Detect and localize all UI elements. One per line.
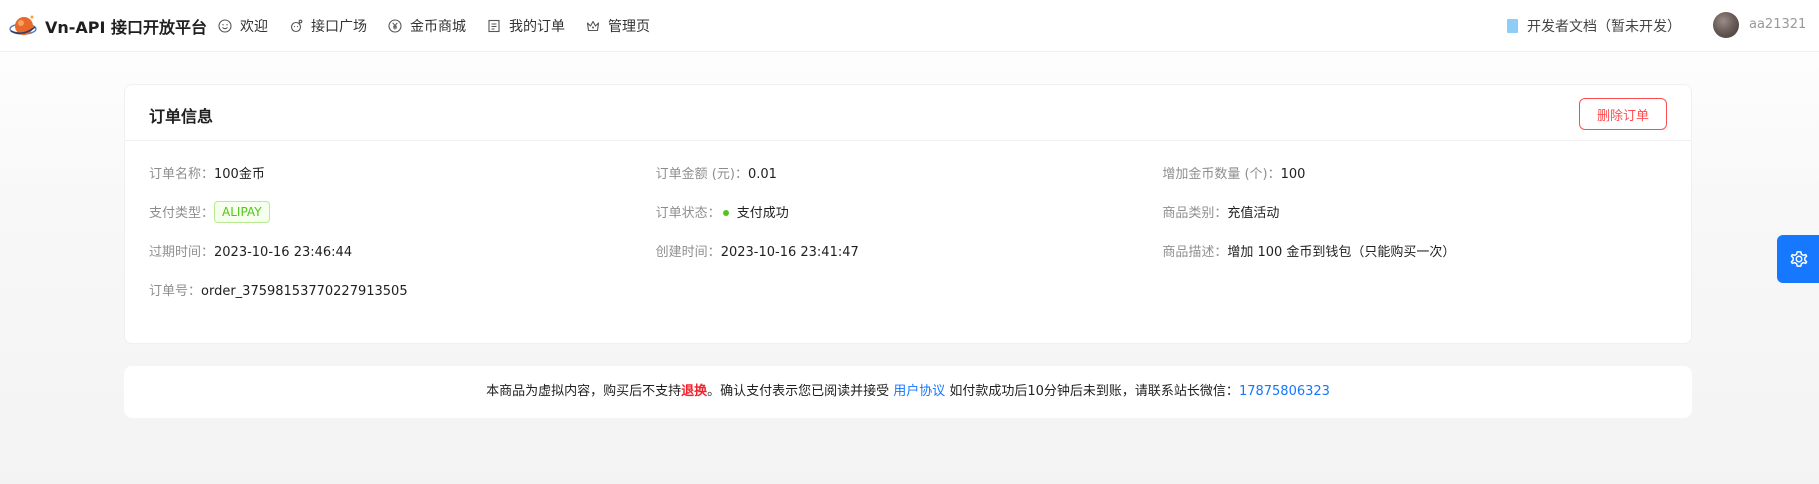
order-info-card: 订单信息 删除订单 订单名称：100金币 订单金额 (元)：0.01 增加金币数…: [124, 84, 1692, 344]
item-value: 支付成功: [736, 206, 789, 221]
product-category-item: 商品类别：充值活动: [1162, 202, 1669, 221]
order-descriptions: 订单名称：100金币 订单金额 (元)：0.01 增加金币数量 (个)：100 …: [149, 155, 1669, 311]
no-refund-highlight: 退换: [681, 384, 708, 399]
item-label: 商品描述：: [1162, 245, 1228, 260]
notice-text: 本商品为虚拟内容，购买后不支持: [486, 384, 682, 399]
coin-quantity-item: 增加金币数量 (个)：100: [1162, 163, 1669, 182]
logo-icon[interactable]: [8, 11, 38, 41]
avatar[interactable]: [1713, 12, 1739, 38]
item-label: 订单状态：: [655, 206, 721, 221]
success-status-dot: [722, 209, 729, 216]
item-value: 2023-10-16 23:41:47: [720, 245, 859, 260]
nav-item-api-square[interactable]: 接口广场: [289, 0, 388, 52]
item-value: 增加 100 金币到钱包（只能购买一次）: [1227, 245, 1456, 260]
card-header: 订单信息 删除订单: [125, 85, 1691, 141]
nav-label: 接口广场: [311, 19, 367, 35]
desc-row: 支付类型： ALIPAY 订单状态： 支付成功 商品类别：充值活动: [149, 194, 1669, 233]
coin-icon: [388, 19, 402, 33]
item-label: 支付类型：: [149, 206, 215, 221]
nav-label: 金币商城: [410, 19, 466, 35]
payment-type-item: 支付类型： ALIPAY: [149, 201, 656, 223]
crown-icon: [586, 20, 600, 32]
item-value: 0.01: [747, 167, 777, 182]
purchase-notice: 本商品为虚拟内容，购买后不支持退换。确认支付表示您已阅读并接受 用户协议 如付款…: [124, 366, 1692, 418]
desc-row: 过期时间：2023-10-16 23:46:44 创建时间：2023-10-16…: [149, 233, 1669, 272]
developer-docs-link[interactable]: 开发者文档（暂未开发）: [1507, 16, 1681, 36]
product-description-item: 商品描述：增加 100 金币到钱包（只能购买一次）: [1162, 241, 1669, 260]
smile-icon: [218, 19, 232, 33]
expire-time-item: 过期时间：2023-10-16 23:46:44: [149, 241, 656, 260]
gear-icon: [1790, 251, 1808, 267]
item-label: 增加金币数量 (个)：: [1162, 167, 1281, 182]
brand-title[interactable]: Vn-API 接口开放平台: [45, 14, 207, 38]
desc-row: 订单号：order_37598153770227913505: [149, 272, 1669, 311]
top-header: Vn-API 接口开放平台 欢迎 接口广场 金币商城 我的订单 管理页 开发者文…: [0, 0, 1819, 52]
nav-item-coin-store[interactable]: 金币商城: [388, 0, 487, 52]
payment-type-tag: ALIPAY: [214, 201, 270, 223]
desc-row: 订单名称：100金币 订单金额 (元)：0.01 增加金币数量 (个)：100: [149, 155, 1669, 194]
nav-label: 我的订单: [509, 19, 565, 35]
wechat-contact-link[interactable]: 17875806323: [1239, 384, 1330, 399]
order-status-item: 订单状态： 支付成功: [656, 202, 1163, 221]
settings-float-button[interactable]: [1777, 235, 1819, 283]
main-nav: 欢迎 接口广场 金币商城 我的订单 管理页: [218, 0, 671, 52]
notice-text: 。确认支付表示您已阅读并接受: [707, 384, 894, 399]
user-agreement-link[interactable]: 用户协议: [893, 384, 945, 399]
item-value: 充值活动: [1227, 206, 1280, 221]
order-number-item: 订单号：order_37598153770227913505: [149, 280, 656, 299]
delete-order-button[interactable]: 删除订单: [1579, 98, 1667, 130]
notice-text: 如付款成功后10分钟后未到账，请联系站长微信：: [945, 384, 1239, 399]
item-label: 订单号：: [149, 284, 202, 299]
nav-label: 管理页: [608, 19, 650, 35]
nav-item-my-orders[interactable]: 我的订单: [487, 0, 586, 52]
item-label: 订单名称：: [149, 167, 215, 182]
item-label: 创建时间：: [655, 245, 721, 260]
order-amount-item: 订单金额 (元)：0.01: [656, 163, 1163, 182]
nav-item-admin[interactable]: 管理页: [586, 0, 671, 52]
docs-label: 开发者文档（暂未开发）: [1527, 19, 1681, 35]
api-icon: [290, 19, 303, 33]
item-label: 订单金额 (元)：: [655, 167, 748, 182]
item-label: 过期时间：: [149, 245, 215, 260]
card-title: 订单信息: [149, 107, 214, 126]
nav-item-welcome[interactable]: 欢迎: [218, 0, 289, 52]
item-value: order_37598153770227913505: [201, 284, 408, 299]
item-value: 100金币: [214, 167, 265, 182]
item-value: 100: [1280, 167, 1306, 182]
username[interactable]: aa21321: [1749, 17, 1806, 32]
create-time-item: 创建时间：2023-10-16 23:41:47: [656, 241, 1163, 260]
nav-label: 欢迎: [240, 19, 268, 35]
order-icon: [488, 19, 500, 33]
item-label: 商品类别：: [1162, 206, 1228, 221]
item-value: 2023-10-16 23:46:44: [214, 245, 353, 260]
order-name-item: 订单名称：100金币: [149, 163, 656, 182]
book-icon: [1507, 19, 1518, 33]
